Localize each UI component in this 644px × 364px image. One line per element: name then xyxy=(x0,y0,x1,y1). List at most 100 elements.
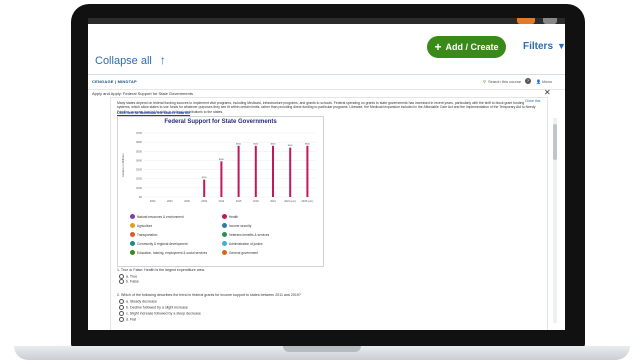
bar[interactable] xyxy=(203,179,206,197)
radio-button[interactable] xyxy=(119,305,124,310)
legend-category-icon xyxy=(130,250,135,255)
data-label: $560 xyxy=(236,143,242,145)
add-create-label: Add / Create xyxy=(445,42,499,52)
bar[interactable] xyxy=(220,161,223,197)
chart-container: Federal Support for State Governments Do… xyxy=(117,116,324,267)
legend-item: Income security xyxy=(222,223,251,228)
arrow-up-icon: ↑ xyxy=(159,53,166,67)
data-label: $560 xyxy=(305,143,311,145)
legend-item: Administration of justice xyxy=(222,241,263,246)
add-create-button[interactable]: + Add / Create xyxy=(427,36,506,58)
close-link[interactable]: Close this xyxy=(525,99,540,103)
y-tick-label: $600 xyxy=(136,140,142,144)
legend-category-icon xyxy=(222,232,227,237)
x-tick-label: 2009 xyxy=(201,200,207,203)
legend-item: General government xyxy=(222,250,258,255)
close-icon[interactable]: ✕ xyxy=(544,88,551,97)
x-tick-label: 2003 xyxy=(167,200,173,203)
q1-option-b[interactable]: b. False xyxy=(119,279,139,284)
x-tick-label: 2021 xyxy=(270,200,276,203)
help-icon[interactable]: ? xyxy=(525,78,531,84)
x-tick-label: 2006 xyxy=(184,200,190,203)
legend-label: Health xyxy=(229,214,239,219)
breadcrumb: Apply and Apply: Federal Support for Sta… xyxy=(92,91,193,96)
legend-label: Transportation xyxy=(137,232,158,237)
menu-label: Menu xyxy=(542,79,553,84)
plus-icon: + xyxy=(434,40,442,54)
bar[interactable] xyxy=(272,145,274,197)
x-tick-label: 2025 (est.) xyxy=(301,200,313,203)
y-axis-label: Dollars in Millions xyxy=(121,153,125,177)
x-tick-label: 2012 xyxy=(219,200,225,203)
bar[interactable] xyxy=(289,147,292,197)
q2-option-a[interactable]: a. Steady decrease xyxy=(119,299,157,304)
brand-logo: CENGAGE | MINDTAP xyxy=(92,79,137,84)
y-tick-label: $0 xyxy=(139,195,142,199)
legend-item: Community & regional development xyxy=(130,241,188,246)
collapse-all-button[interactable]: Collapse all ↑ xyxy=(95,53,166,67)
radio-button[interactable] xyxy=(119,279,124,284)
question-2-prompt: 2. Which of the following describes the … xyxy=(117,293,301,297)
legend-label: Administration of justice xyxy=(229,241,263,246)
scrollbar-thumb[interactable] xyxy=(553,124,557,160)
download-link[interactable]: Click here to download the source data f… xyxy=(117,111,190,115)
legend-category-icon xyxy=(130,241,135,246)
x-tick-label: 2000 xyxy=(150,200,156,203)
radio-button[interactable] xyxy=(119,299,124,304)
collapse-all-label: Collapse all xyxy=(95,55,152,67)
q2-option-d[interactable]: d. Flat xyxy=(119,317,136,322)
data-label: $560 xyxy=(253,143,259,145)
legend-label: Agriculture xyxy=(137,223,153,228)
laptop-notch xyxy=(283,346,361,352)
reader-search[interactable]: ⚲ Search this course xyxy=(483,79,521,84)
legend-label: Veterans benefits & services xyxy=(229,232,270,237)
question-1-prompt: 1. True or False: Health is the largest … xyxy=(117,268,205,272)
legend-label: Community & regional development xyxy=(137,241,188,246)
bar-chart: Dollars in Millions $0 $100 $200 $300 $400 $50… xyxy=(121,131,316,203)
data-label: $560 xyxy=(271,143,277,145)
filters-label: Filters xyxy=(523,41,554,52)
q2-option-b[interactable]: b. Decline followed by a slight increase xyxy=(119,305,188,310)
content-card: Many states depend on federal funding so… xyxy=(110,97,548,330)
legend-label: Education, training, employment & social… xyxy=(137,250,208,255)
data-label: $190 xyxy=(202,177,208,179)
radio-button[interactable] xyxy=(119,311,124,316)
legend-category-icon xyxy=(130,214,135,219)
filters-button[interactable]: Filters ▼ xyxy=(523,41,565,52)
radio-button[interactable] xyxy=(119,317,124,322)
legend-label: General government xyxy=(229,250,259,255)
bar[interactable] xyxy=(306,145,309,197)
legend-item: Agriculture xyxy=(130,223,152,228)
legend-item: Natural resources & environment xyxy=(130,214,184,219)
funnel-icon: ▼ xyxy=(557,41,565,51)
y-tick-label: $300 xyxy=(136,168,142,172)
user-icon: 👤 xyxy=(536,79,541,84)
legend-item: Health xyxy=(222,214,238,219)
y-tick-label: $200 xyxy=(136,177,142,181)
legend-category-icon xyxy=(222,223,227,228)
y-tick-label: $100 xyxy=(136,186,142,190)
search-label: Search this course xyxy=(487,79,522,84)
bar[interactable] xyxy=(254,145,257,197)
y-tick-label: $400 xyxy=(136,158,142,162)
laptop-screen: Collapse all ↑ + Add / Create Filters ▼ CEN… xyxy=(88,18,565,330)
y-tick-label: $500 xyxy=(136,149,142,153)
legend-category-icon xyxy=(130,223,135,228)
legend-category-icon xyxy=(130,232,135,237)
bar[interactable] xyxy=(237,145,240,197)
legend-category-icon xyxy=(222,214,227,219)
x-tick-label: 2024 (est.) xyxy=(284,200,296,203)
legend-label: Natural resources & environment xyxy=(137,214,184,219)
legend-item: Transportation xyxy=(130,232,157,237)
q2-option-c[interactable]: c. Slight increase followed by a steep d… xyxy=(119,311,201,316)
legend-category-icon xyxy=(222,250,227,255)
legend-label: Income security xyxy=(229,223,252,228)
legend-category-icon xyxy=(222,241,227,246)
data-label: $540 xyxy=(288,145,294,147)
legend-item: Education, training, employment & social… xyxy=(130,250,207,255)
reader-bar: CENGAGE | MINDTAP ⚲ Search this course ? … xyxy=(88,75,565,90)
menu-button[interactable]: 👤 Menu xyxy=(536,79,552,84)
y-tick-label: $700 xyxy=(136,131,142,135)
legend-item: Veterans benefits & services xyxy=(222,232,269,237)
search-icon: ⚲ xyxy=(483,79,486,84)
